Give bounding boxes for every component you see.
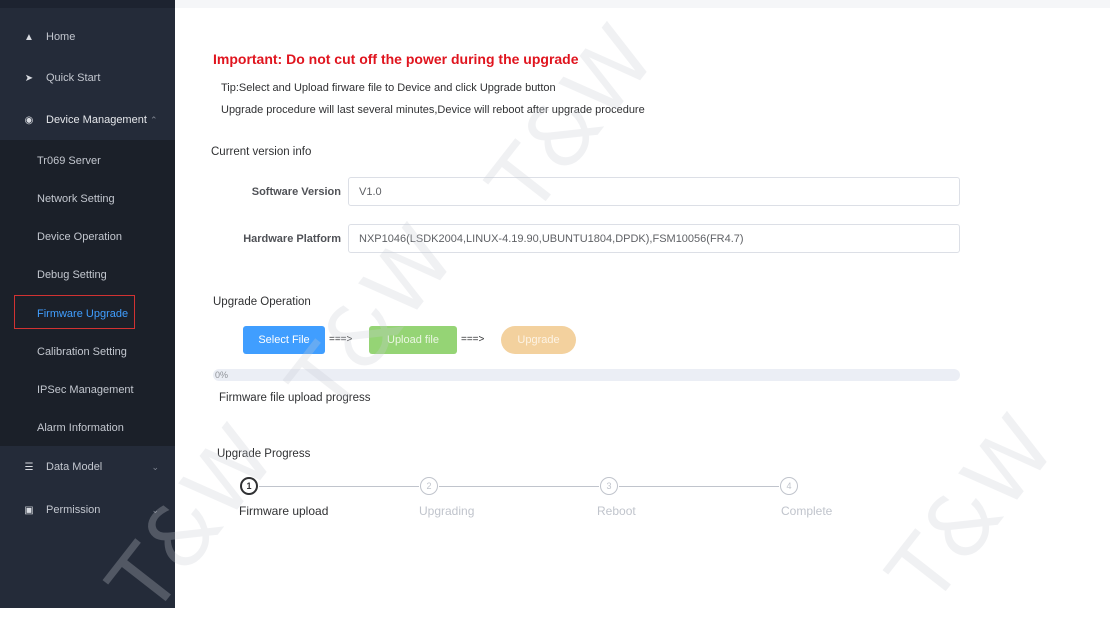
send-icon: ➤	[24, 72, 34, 84]
upload-file-button[interactable]: Upload file	[369, 326, 457, 354]
step-connector	[439, 486, 599, 487]
sidebar-item-label: Device Management	[46, 114, 147, 126]
main-content: Important: Do not cut off the power duri…	[175, 0, 1110, 608]
home-icon: ▲	[24, 31, 34, 43]
hardware-platform-field: NXP1046(LSDK2004,LINUX-4.19.90,UBUNTU180…	[348, 224, 960, 253]
sidebar-item-device-operation[interactable]: Device Operation	[0, 218, 175, 256]
arrow-text: ===>	[461, 334, 485, 345]
step-2-circle: 2	[420, 477, 438, 495]
sidebar-item-data-model[interactable]: ☰ Data Model ⌄	[0, 447, 175, 487]
chevron-down-icon: ⌄	[151, 461, 159, 472]
sidebar-item-label: Debug Setting	[37, 269, 107, 281]
upgrade-tip: Tip:Select and Upload firware file to De…	[221, 82, 556, 94]
upgrade-steps: 1 2 3 4 Firmware upload Upgrading Reboot…	[239, 477, 939, 527]
sidebar-item-permission[interactable]: ▣ Permission ⌄	[0, 490, 175, 530]
database-icon: ☰	[24, 461, 34, 473]
sidebar-item-label: Calibration Setting	[37, 346, 127, 358]
id-card-icon: ▣	[24, 504, 34, 516]
upgrade-operation-heading: Upgrade Operation	[213, 296, 311, 308]
step-3-label: Reboot	[597, 504, 636, 518]
sidebar-item-label: Alarm Information	[37, 422, 124, 434]
chevron-up-icon: ⌃	[150, 114, 158, 125]
software-version-field: V1.0	[348, 177, 960, 206]
software-version-value: V1.0	[359, 185, 382, 198]
step-1-circle: 1	[240, 477, 258, 495]
sidebar-item-debug-setting[interactable]: Debug Setting	[0, 256, 175, 294]
sidebar-item-label: Permission	[46, 504, 101, 516]
sidebar-item-calibration-setting[interactable]: Calibration Setting	[0, 333, 175, 371]
upgrade-button[interactable]: Upgrade	[501, 326, 576, 354]
sidebar-topbar	[0, 0, 175, 8]
step-1-label: Firmware upload	[239, 504, 329, 518]
sidebar-item-label: Quick Start	[46, 72, 101, 84]
select-file-button[interactable]: Select File	[243, 326, 325, 354]
upload-progress-bar	[213, 369, 960, 381]
chevron-down-icon: ⌄	[151, 504, 159, 515]
upload-percent: 0%	[215, 370, 229, 380]
step-4-label: Complete	[781, 504, 833, 518]
sidebar-item-quick-start[interactable]: ➤ Quick Start	[0, 58, 175, 98]
sidebar-item-home[interactable]: ▲ Home	[0, 17, 175, 57]
upgrade-progress-heading: Upgrade Progress	[217, 448, 311, 460]
step-connector	[619, 486, 779, 487]
upgrade-duration-note: Upgrade procedure will last several minu…	[221, 104, 645, 116]
gear-icon: ◉	[24, 114, 34, 126]
step-4-circle: 4	[780, 477, 798, 495]
sidebar-item-network-setting[interactable]: Network Setting	[0, 180, 175, 218]
sidebar-item-label: Data Model	[46, 461, 103, 473]
software-version-label: Software Version	[251, 186, 341, 198]
sidebar-item-label: Home	[46, 31, 76, 43]
step-3-circle: 3	[600, 477, 618, 495]
sidebar-item-label: Tr069 Server	[37, 155, 101, 167]
current-version-heading: Current version info	[211, 146, 312, 158]
hardware-platform-label: Hardware Platform	[243, 233, 341, 245]
top-strip	[175, 0, 1110, 8]
sidebar-item-alarm-information[interactable]: Alarm Information	[0, 409, 175, 447]
arrow-text: ===>	[329, 334, 353, 345]
sidebar-item-label: IPSec Management	[37, 384, 134, 396]
hardware-platform-value: NXP1046(LSDK2004,LINUX-4.19.90,UBUNTU180…	[359, 232, 744, 245]
sidebar-item-label: Network Setting	[37, 193, 115, 205]
sidebar: ▲ Home ➤ Quick Start ◉ Device Management…	[0, 0, 175, 608]
sidebar-item-tr069-server[interactable]: Tr069 Server	[0, 142, 175, 180]
upload-progress-caption: Firmware file upload progress	[219, 392, 371, 404]
step-connector	[259, 486, 419, 487]
sidebar-item-label: Device Operation	[37, 231, 122, 243]
sidebar-item-device-management[interactable]: ◉ Device Management ⌃	[0, 100, 175, 140]
step-2-label: Upgrading	[419, 504, 475, 518]
active-item-highlight	[14, 295, 135, 329]
power-warning: Important: Do not cut off the power duri…	[213, 51, 579, 67]
sidebar-item-ipsec-management[interactable]: IPSec Management	[0, 371, 175, 409]
device-management-submenu: Tr069 Server Network Setting Device Oper…	[0, 140, 175, 446]
